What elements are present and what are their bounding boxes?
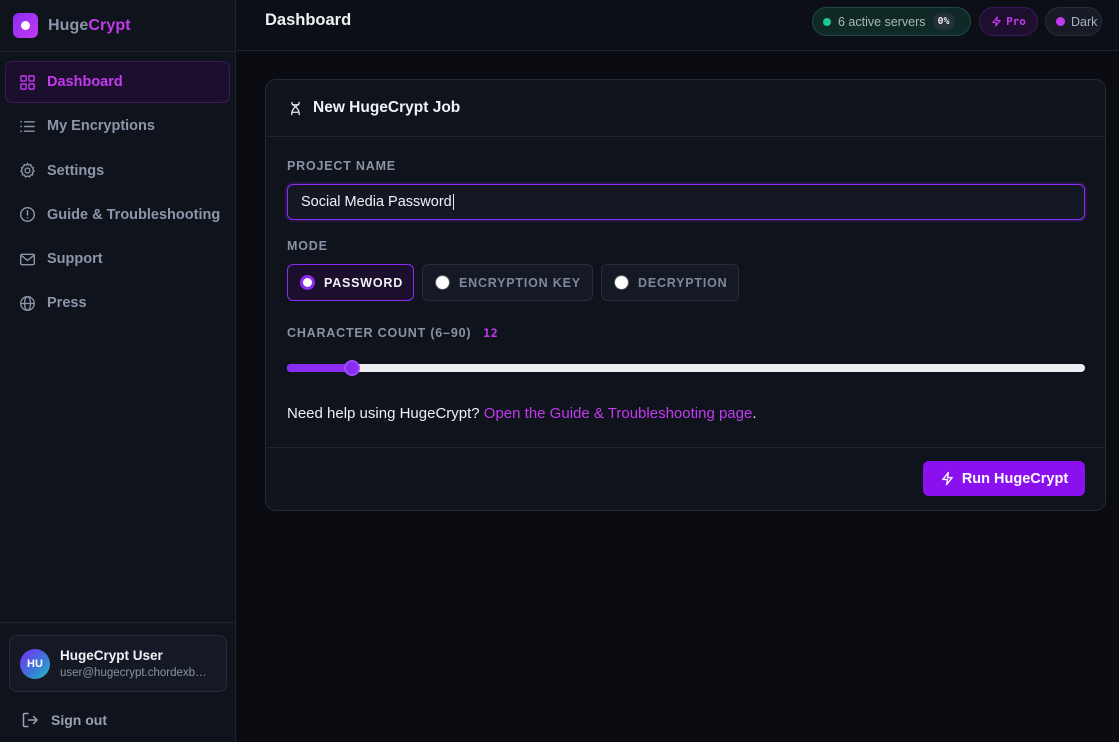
sidebar-item-label: Press	[47, 295, 87, 312]
servers-status-badge[interactable]: 6 active servers 0%	[812, 7, 971, 36]
mode-label: MODE	[287, 239, 328, 253]
bolt-icon	[992, 16, 1001, 27]
sign-out-icon	[22, 712, 38, 728]
help-prefix: Need help using HugeCrypt?	[287, 405, 484, 422]
run-button-label: Run HugeCrypt	[961, 470, 1069, 487]
sidebar-item-guide[interactable]: Guide & Troubleshooting	[5, 194, 230, 236]
card-header: New HugeCrypt Job	[266, 80, 1105, 137]
mail-icon	[19, 253, 36, 266]
project-name-label: PROJECT NAME	[287, 159, 396, 173]
sidebar-item-label: Support	[47, 251, 103, 268]
card-footer: Run HugeCrypt	[266, 447, 1105, 511]
theme-label: Dark	[1071, 14, 1098, 29]
mode-option-label: DECRYPTION	[638, 275, 728, 290]
help-text: Need help using HugeCrypt? Open the Guid…	[287, 405, 757, 422]
sidebar-item-label: Guide & Troubleshooting	[47, 206, 221, 223]
user-name: HugeCrypt User	[60, 648, 163, 663]
help-suffix: .	[752, 405, 757, 422]
status-dot-icon	[823, 17, 831, 26]
radio-unselected-icon	[435, 275, 450, 290]
sidebar-item-my-encryptions[interactable]: My Encryptions	[5, 105, 230, 147]
sidebar-item-press[interactable]: Press	[5, 282, 230, 324]
sidebar-item-settings[interactable]: Settings	[5, 150, 230, 192]
user-info: HugeCrypt User user@hugecrypt.chordexbea…	[60, 648, 212, 679]
text-caret	[452, 194, 454, 210]
character-count-title: CHARACTER COUNT (6–90)	[287, 326, 472, 340]
avatar: HU	[20, 648, 50, 679]
theme-toggle[interactable]: Dark	[1045, 7, 1102, 36]
slider-fill	[287, 364, 352, 372]
project-name-input[interactable]: Social Media Password	[287, 184, 1085, 220]
radio-selected-icon	[300, 275, 315, 290]
project-name-value: Social Media Password	[301, 194, 452, 210]
sidebar-footer: HU HugeCrypt User user@hugecrypt.chordex…	[0, 622, 236, 742]
theme-dot-icon	[1056, 17, 1065, 26]
mode-decryption-option[interactable]: DECRYPTION	[601, 264, 739, 301]
sidebar-item-label: My Encryptions	[47, 118, 155, 135]
sidebar-item-label: Settings	[47, 162, 105, 179]
sidebar-item-support[interactable]: Support	[5, 238, 230, 280]
servers-label: 6 active servers	[838, 14, 926, 29]
mode-password-option[interactable]: PASSWORD	[287, 264, 414, 301]
character-count-label: CHARACTER COUNT (6–90) 12	[287, 326, 498, 340]
pro-label: Pro	[1006, 15, 1026, 28]
pro-badge[interactable]: Pro	[979, 7, 1038, 36]
user-card[interactable]: HU HugeCrypt User user@hugecrypt.chordex…	[9, 635, 227, 692]
new-job-card: New HugeCrypt Job PROJECT NAME Social Me…	[265, 79, 1106, 511]
character-count-value: 12	[483, 326, 499, 340]
globe-icon	[20, 296, 35, 311]
character-count-slider[interactable]	[287, 360, 1085, 376]
top-bar: Dashboard 6 active servers 0% Pro Dark	[237, 0, 1119, 51]
gear-icon	[19, 162, 36, 178]
dna-icon	[291, 101, 300, 115]
brand-name: HugeCrypt	[48, 16, 131, 34]
mode-option-label: PASSWORD	[324, 275, 404, 290]
list-icon	[20, 120, 35, 132]
sidebar-item-label: Dashboard	[47, 74, 123, 90]
logo-icon	[13, 13, 38, 38]
radio-unselected-icon	[614, 275, 629, 290]
card-title: New HugeCrypt Job	[313, 99, 461, 116]
sidebar-item-dashboard[interactable]: Dashboard	[5, 61, 230, 103]
run-button[interactable]: Run HugeCrypt	[923, 461, 1085, 496]
brand[interactable]: HugeCrypt	[0, 0, 235, 52]
servers-load-badge: 0%	[932, 13, 955, 30]
mode-option-label: ENCRYPTION KEY	[459, 275, 581, 290]
sign-out-label: Sign out	[51, 712, 107, 728]
mode-encryption-key-option[interactable]: ENCRYPTION KEY	[422, 264, 593, 301]
info-icon	[19, 207, 36, 223]
slider-thumb[interactable]	[344, 360, 360, 376]
bolt-icon	[941, 471, 953, 486]
guide-link[interactable]: Open the Guide & Troubleshooting page	[484, 405, 753, 422]
sign-out-button[interactable]: Sign out	[9, 700, 227, 740]
sidebar: HugeCrypt Dashboard My Encryptions Setti…	[0, 0, 236, 742]
user-email: user@hugecrypt.chordexbeats.com	[60, 667, 212, 679]
page-title: Dashboard	[265, 11, 352, 29]
grid-icon	[20, 74, 35, 90]
sidebar-nav: Dashboard My Encryptions Settings Guide …	[0, 52, 235, 324]
